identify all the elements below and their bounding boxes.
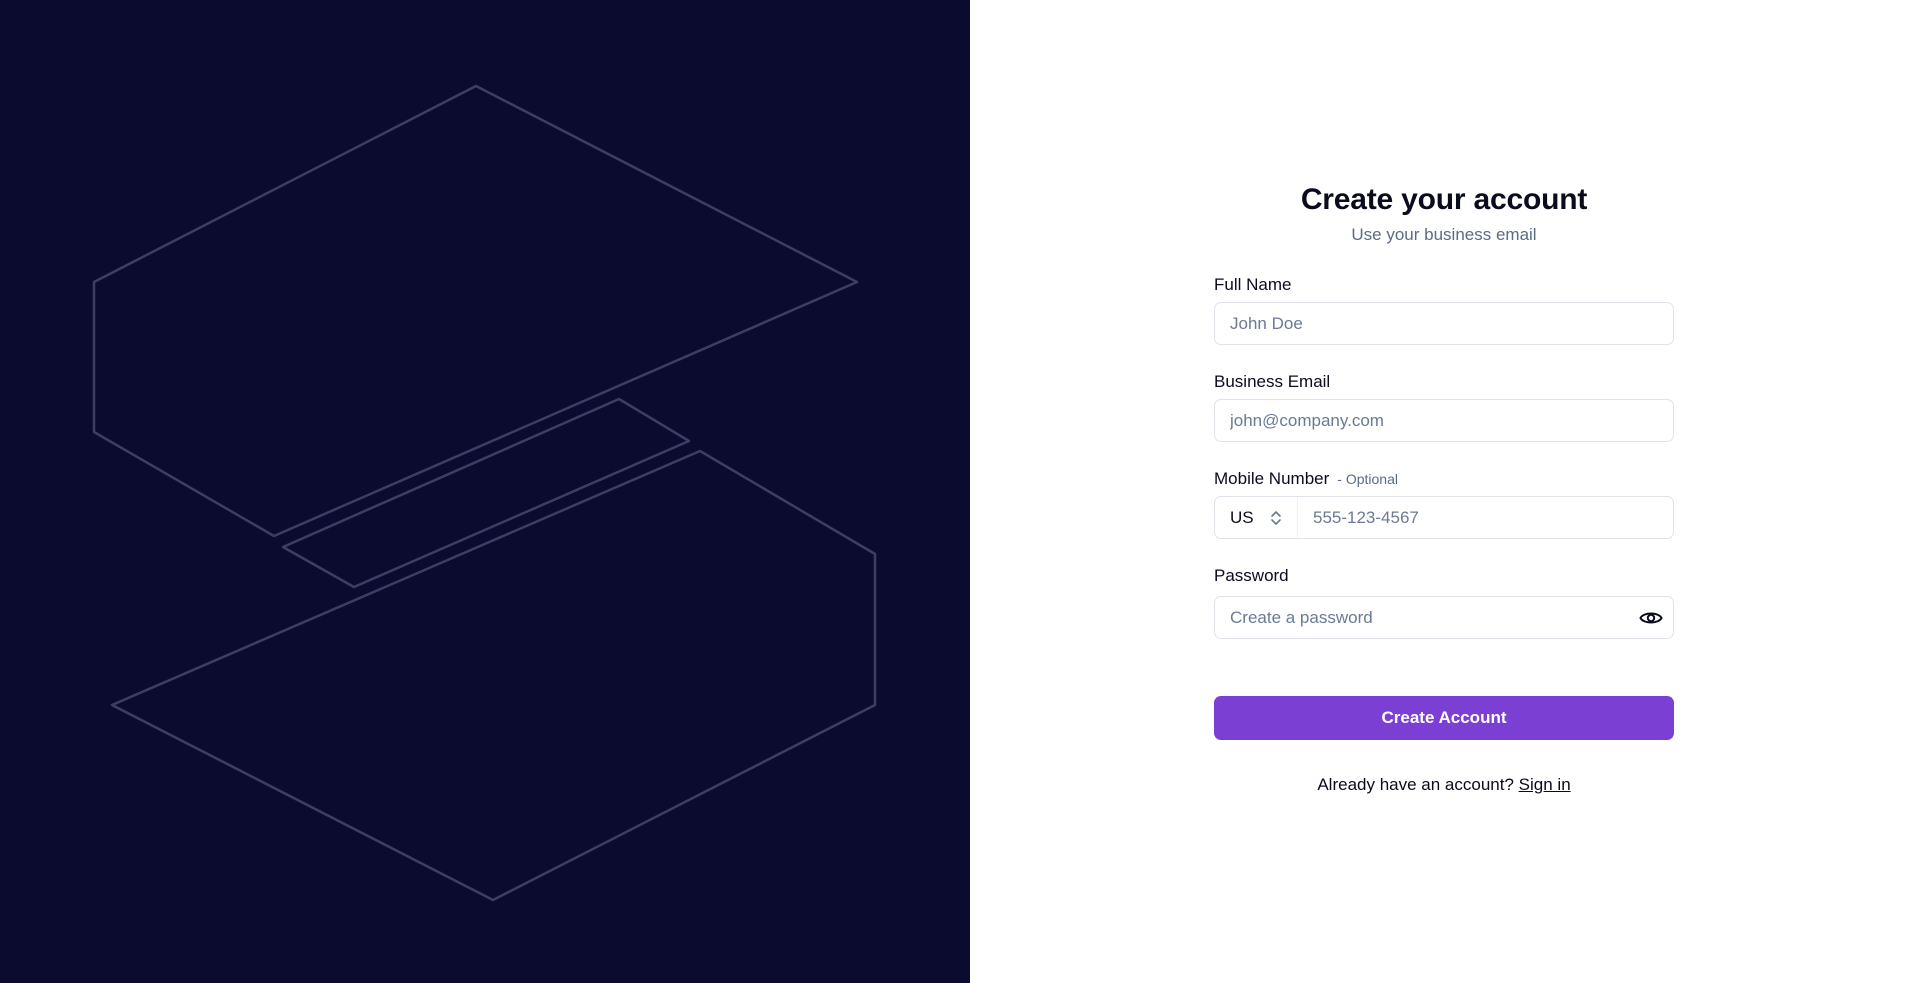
page-subtitle: Use your business email — [1351, 225, 1537, 244]
optional-note: - Optional — [1337, 471, 1398, 487]
mobile-number-input[interactable] — [1297, 497, 1673, 538]
business-email-label: Business Email — [1214, 372, 1331, 391]
signin-prompt: Already have an account? — [1317, 775, 1514, 794]
logo-lower-shape — [110, 449, 877, 902]
logo-upper-shape — [92, 84, 859, 538]
signin-row: Already have an account? Sign in — [1214, 775, 1674, 795]
full-name-input[interactable] — [1215, 303, 1673, 344]
signup-form: Create your account Use your business em… — [1214, 178, 1674, 795]
mobile-number-label: Mobile Number - Optional — [1214, 468, 1674, 490]
password-label: Password — [1214, 566, 1289, 585]
signup-page: Create your account Use your business em… — [0, 0, 1920, 983]
business-email-group: Business Email — [1214, 371, 1674, 442]
mobile-number-box: US — [1214, 496, 1674, 539]
country-code-select[interactable]: US — [1215, 497, 1298, 538]
full-name-box — [1214, 302, 1674, 345]
business-email-box — [1214, 399, 1674, 442]
submit-row: Create Account — [1214, 696, 1674, 740]
brand-logo-outline — [92, 84, 877, 902]
page-title: Create your account — [1300, 183, 1588, 216]
full-name-label: Full Name — [1214, 275, 1292, 294]
password-group: Password — [1214, 565, 1674, 639]
business-email-input[interactable] — [1215, 400, 1673, 441]
country-code-value: US — [1230, 507, 1254, 527]
password-input[interactable] — [1215, 597, 1673, 638]
logo-middle-bar — [281, 397, 691, 589]
create-account-button[interactable]: Create Account — [1214, 696, 1674, 740]
mobile-number-group: Mobile Number - Optional US — [1214, 468, 1674, 539]
full-name-group: Full Name — [1214, 274, 1674, 345]
signin-link[interactable]: Sign in — [1519, 775, 1571, 794]
password-box — [1214, 596, 1674, 639]
mobile-number-label-text: Mobile Number — [1214, 469, 1330, 488]
chevron-up-down-icon — [1271, 510, 1281, 525]
eye-icon[interactable] — [1639, 607, 1663, 629]
signup-panel: Create your account Use your business em… — [970, 0, 1920, 983]
brand-panel — [0, 0, 970, 983]
